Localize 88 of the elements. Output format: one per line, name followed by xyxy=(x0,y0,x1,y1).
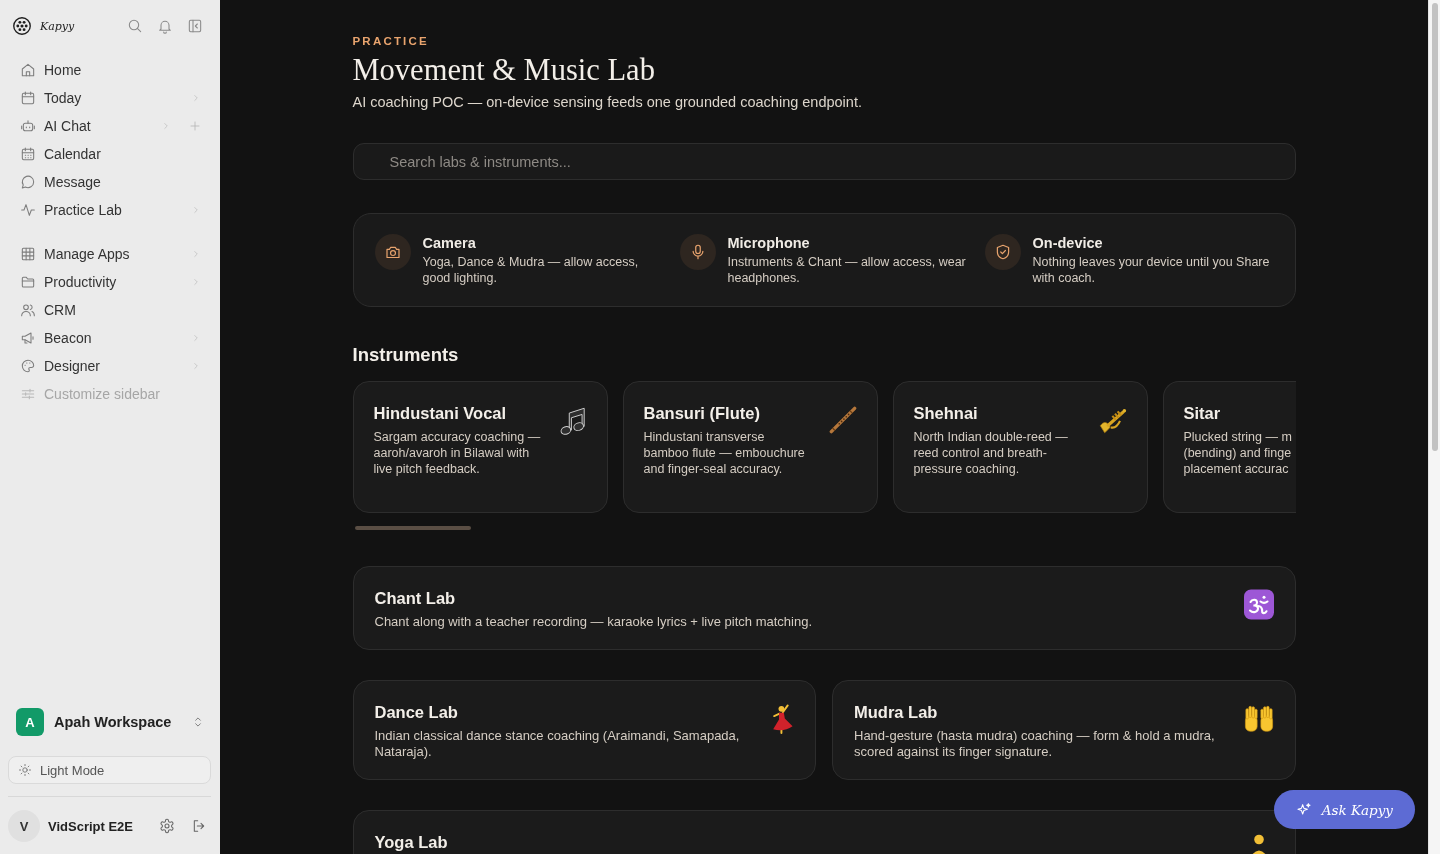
brand-name: Kapyy xyxy=(40,19,75,33)
om-icon xyxy=(1243,589,1274,620)
sidebar-toggle-icon[interactable] xyxy=(187,18,203,34)
flute-icon xyxy=(828,404,857,436)
requirement-description: Instruments & Chant — allow access, wear headphones. xyxy=(727,254,967,286)
nav-item[interactable]: Practice Lab xyxy=(20,196,201,224)
logo-icon xyxy=(13,17,31,35)
card-description: Chant along with a teacher recording — karaoke lyrics + live pitch matching. xyxy=(374,614,814,630)
microphone-icon xyxy=(679,234,716,270)
settings-icon[interactable] xyxy=(159,818,175,834)
requirement-title: Camera xyxy=(422,234,477,252)
page-subtitle: AI coaching POC — on-device sensing feeds one grounded coaching endpoint. xyxy=(352,93,863,112)
folder-icon xyxy=(20,274,36,290)
calendar-icon xyxy=(20,146,36,162)
card-title: Hindustani Vocal xyxy=(373,403,508,423)
speech-bubble-icon xyxy=(20,174,36,190)
card-description: Hindustani transverse bamboo flute — embouchure and finger-seal accuracy. xyxy=(643,429,806,477)
sliders-icon xyxy=(20,386,36,402)
shield-check-icon xyxy=(984,234,1021,270)
lab-card[interactable]: Yoga Lab xyxy=(352,810,1296,854)
user-avatar: V xyxy=(8,810,40,842)
chevron-right-icon xyxy=(191,93,201,103)
megaphone-icon xyxy=(20,330,36,346)
instrument-card[interactable]: Sitar Plucked string — m (bending) and finge placement accurac xyxy=(1162,381,1296,513)
requirement-title: On-device xyxy=(1032,234,1104,252)
lab-card[interactable]: Mudra Lab Hand-gesture (hasta mudra) coaching — form & hold a mudra, scored against its finger signature. xyxy=(832,680,1296,780)
palette-icon xyxy=(20,358,36,374)
card-description: North Indian double-reed — reed control and breath-pressure coaching. xyxy=(913,429,1069,477)
requirement-title: Microphone xyxy=(727,234,811,252)
chevron-right-icon xyxy=(191,277,201,287)
card-title: Chant Lab xyxy=(374,588,457,608)
search-field[interactable]: Search labs & instruments... xyxy=(352,143,1296,180)
chevron-right-icon xyxy=(161,121,171,131)
workspace-avatar: A xyxy=(16,708,44,736)
nav-item[interactable]: Home xyxy=(20,56,201,84)
card-title: Mudra Lab xyxy=(854,702,939,722)
nav-item[interactable]: CRM xyxy=(20,296,201,324)
robot-icon xyxy=(20,118,36,134)
chevron-right-icon xyxy=(191,333,201,343)
raised-hands-icon xyxy=(1243,703,1274,734)
card-title: Dance Lab xyxy=(374,702,459,722)
section-label: PRACTICE xyxy=(352,34,430,48)
card-description: Plucked string — m (bending) and finge placement accurac xyxy=(1183,429,1293,477)
card-title: Bansuri (Flute) xyxy=(643,403,761,423)
ask-assistant-button[interactable]: Ask Kapyy xyxy=(1273,790,1415,829)
chevron-right-icon xyxy=(191,205,201,215)
plus-icon[interactable] xyxy=(189,120,201,132)
workspace-name[interactable]: Apah Workspace xyxy=(54,714,172,730)
instrument-card[interactable]: Bansuri (Flute) Hindustani transverse bamboo flute — embouchure and finger-seal accuracy. xyxy=(622,381,878,513)
people-icon xyxy=(20,302,36,318)
nav-item[interactable]: Designer xyxy=(20,352,201,380)
requirement-description: Nothing leaves your device until you Share with coach. xyxy=(1032,254,1271,286)
sparkle-icon xyxy=(1295,801,1312,818)
instrument-card[interactable]: Hindustani Vocal Sargam accuracy coaching — aaroh/avaroh in Bilawal with live pitch feedback. xyxy=(352,381,608,513)
grid-icon xyxy=(20,246,36,262)
nav-item[interactable]: Today xyxy=(20,84,201,112)
nav-item[interactable]: AI Chat xyxy=(20,112,171,140)
lab-card[interactable]: Chant Lab Chant along with a teacher recording — karaoke lyrics + live pitch matching. xyxy=(352,566,1296,650)
carousel-scroll-thumb[interactable] xyxy=(354,526,471,530)
home-icon xyxy=(20,62,36,78)
bell-icon[interactable] xyxy=(157,18,173,34)
page-title: Movement & Music Lab xyxy=(352,52,656,88)
light-mode-button[interactable]: Light Mode xyxy=(8,756,211,784)
camera-icon xyxy=(374,234,411,270)
card-description: Sargam accuracy coaching — aaroh/avaroh in Bilawal with live pitch feedback. xyxy=(373,429,542,477)
card-description: Indian classical dance stance coaching (Araimandi, Samapada, Nataraja). xyxy=(374,728,741,760)
card-title: Sitar xyxy=(1183,403,1222,423)
card-title: Yoga Lab xyxy=(374,832,449,852)
pulse-icon xyxy=(20,202,36,218)
sun-icon xyxy=(18,763,32,777)
section-heading: Instruments xyxy=(352,343,460,367)
nav-item[interactable]: Calendar xyxy=(20,140,201,168)
nav-item[interactable]: Manage Apps xyxy=(20,240,201,268)
instrument-card[interactable]: Shehnai North Indian double-reed — reed control and breath-pressure coaching. xyxy=(892,381,1148,513)
card-title: Shehnai xyxy=(913,403,979,423)
search-icon[interactable] xyxy=(127,18,143,34)
logout-icon[interactable] xyxy=(191,818,207,834)
card-description: Hand-gesture (hasta mudra) coaching — form & hold a mudra, scored against its finger signature. xyxy=(854,728,1216,760)
chevron-right-icon xyxy=(191,249,201,259)
chevron-right-icon xyxy=(191,361,201,371)
lab-card[interactable]: Dance Lab Indian classical dance stance coaching (Araimandi, Samapada, Nataraja). xyxy=(352,680,816,780)
calendar-icon xyxy=(20,90,36,106)
scrollbar-thumb[interactable] xyxy=(1431,3,1438,451)
nav-item[interactable]: Beacon xyxy=(20,324,201,352)
requirement-description: Yoga, Dance & Mudra — allow access, good lighting. xyxy=(422,254,640,286)
nav-item[interactable]: Productivity xyxy=(20,268,201,296)
nav-item[interactable]: Message xyxy=(20,168,201,196)
user-name: VidScript E2E xyxy=(48,818,133,834)
